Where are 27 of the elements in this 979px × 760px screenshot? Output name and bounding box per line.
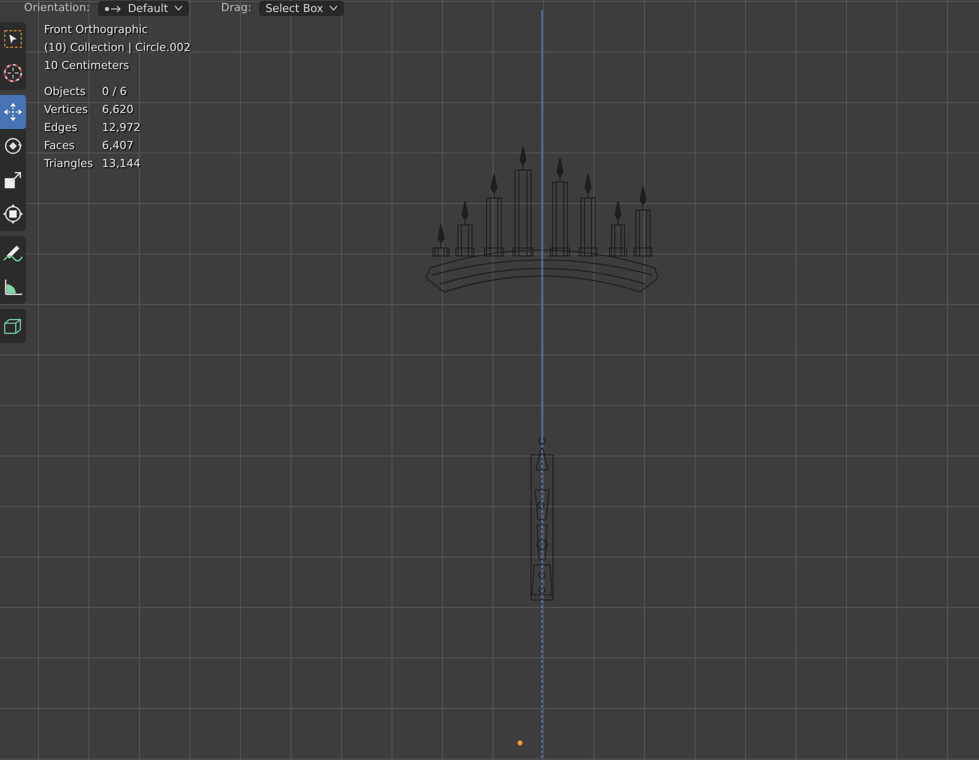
stat-label: Faces: [44, 138, 76, 154]
orientation-label: Orientation:: [24, 0, 90, 16]
stat-label: Objects: [44, 84, 87, 100]
chevron-icon: [174, 5, 184, 11]
rotate-icon: [2, 135, 24, 157]
stat-value: 12,972: [102, 121, 140, 134]
drag-dropdown[interactable]: Select Box: [259, 0, 344, 16]
collection-label: (10) Collection | Circle.002: [44, 40, 191, 56]
pivot-icon: [104, 4, 122, 12]
stat-value: 6,620: [102, 103, 134, 116]
scale-label: 10 Centimeters: [44, 58, 130, 74]
stat-label: Edges: [44, 120, 78, 136]
cursor-icon: [2, 62, 24, 84]
transform-icon: [2, 203, 24, 225]
orientation-dropdown[interactable]: Default: [98, 0, 190, 16]
scale-icon: [2, 169, 24, 191]
drag-label: Drag:: [221, 0, 252, 16]
stat-value: 13,144: [102, 157, 140, 170]
stat-label: Triangles: [44, 156, 94, 172]
origin-icon: [518, 740, 522, 746]
move-arrows-icon: [2, 101, 24, 123]
stat-value: 0 / 6: [102, 85, 127, 98]
view-name: Front Orthographic: [44, 22, 149, 38]
chevron-icon: [329, 5, 338, 11]
stat-value: 6,407: [102, 139, 134, 152]
stat-label: Vertices: [44, 102, 89, 118]
select-box-icon: [2, 28, 24, 50]
